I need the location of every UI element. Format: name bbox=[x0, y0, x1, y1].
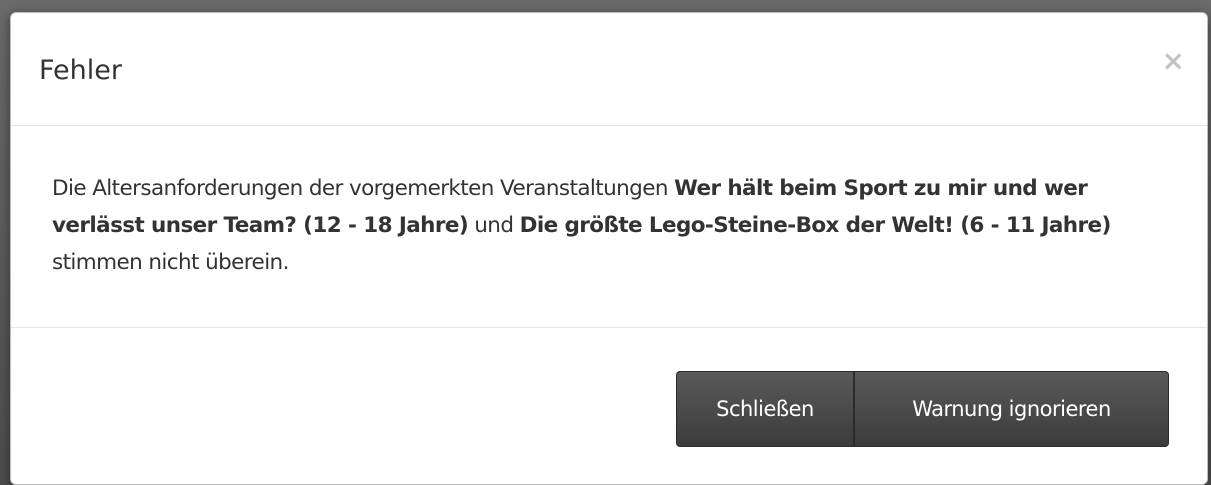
message-text-3: stimmen nicht überein. bbox=[52, 250, 289, 275]
close-icon[interactable]: × bbox=[1162, 47, 1185, 75]
dialog-body: Die Altersanforderungen der vorgemerkten… bbox=[11, 126, 1207, 328]
dialog-header: Fehler × bbox=[11, 13, 1207, 126]
ignore-warning-button[interactable]: Warnung ignorieren bbox=[854, 371, 1169, 447]
dialog-footer: Schließen Warnung ignorieren bbox=[11, 328, 1207, 484]
event-name-2: Die größte Lego-Steine-Box der Welt! (6 … bbox=[519, 213, 1112, 238]
close-button[interactable]: Schließen bbox=[676, 371, 854, 447]
dialog-title: Fehler bbox=[39, 55, 122, 86]
error-message: Die Altersanforderungen der vorgemerkten… bbox=[52, 170, 1175, 281]
message-text-2: und bbox=[468, 213, 520, 238]
message-text-1: Die Altersanforderungen der vorgemerkten… bbox=[52, 176, 675, 201]
error-dialog: Fehler × Die Altersanforderungen der vor… bbox=[10, 12, 1208, 485]
